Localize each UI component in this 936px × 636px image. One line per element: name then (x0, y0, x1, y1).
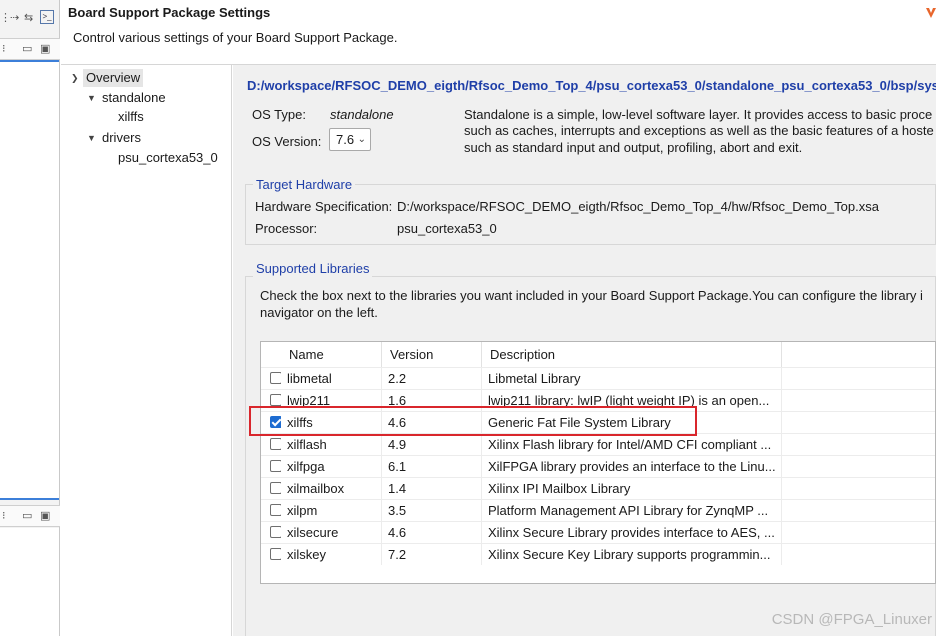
cell-name: xilflash (281, 434, 382, 455)
table-row[interactable]: xilmailbox 1.4 Xilinx IPI Mailbox Library (261, 477, 935, 499)
supported-libraries-title: Supported Libraries (253, 261, 373, 277)
cell-version: 3.5 (382, 500, 482, 521)
cell-name: xilpm (281, 500, 382, 521)
pane-body-top (0, 62, 59, 500)
hw-spec-label: Hardware Specification: (255, 199, 393, 214)
chevron-down-icon: ⌄ (357, 134, 366, 145)
pane-header-bottom: ⁝ ▭ ▣ (0, 505, 60, 527)
expand-caret-icon[interactable]: ▼ (87, 89, 96, 107)
bsp-nav-tree: ❯ Overview ▼ standalone xilffs ▼ drivers… (61, 65, 232, 636)
cell-description: Platform Management API Library for Zynq… (482, 500, 782, 521)
processor-label: Processor: (255, 221, 318, 236)
checkbox-cell (261, 478, 281, 499)
sync-icon[interactable]: ⇆ (24, 11, 33, 25)
cell-version: 4.6 (382, 522, 482, 543)
library-checkbox[interactable] (270, 460, 281, 472)
os-type-label: OS Type: (252, 107, 306, 122)
page-title: Board Support Package Settings (68, 5, 271, 20)
cell-name: libmetal (281, 368, 382, 389)
minimize-icon[interactable]: ▭ (22, 42, 32, 56)
pane-body-bottom (0, 528, 59, 636)
cell-description: Libmetal Library (482, 368, 782, 389)
os-description-line: Standalone is a simple, low-level softwa… (464, 107, 933, 122)
maximize-icon[interactable]: ▣ (40, 509, 50, 523)
cell-description: XilFPGA library provides an interface to… (482, 456, 782, 477)
vitis-logo-icon (926, 8, 936, 18)
checkbox-cell (261, 456, 281, 477)
settings-header: Board Support Package Settings Control v… (61, 0, 936, 65)
hw-spec-value: D:/workspace/RFSOC_DEMO_eigth/Rfsoc_Demo… (397, 199, 879, 214)
ide-toolbar: ⋮ ⇢ ⇆ >_ (0, 8, 60, 30)
tree-item-standalone[interactable]: standalone (102, 89, 166, 107)
checkbox-cell (261, 544, 281, 565)
checkbox-cell (261, 522, 281, 543)
cell-version: 6.1 (382, 456, 482, 477)
libraries-instructions-line: Check the box next to the libraries you … (260, 288, 923, 303)
drag-handle-icon[interactable]: ⁝ (2, 42, 6, 56)
target-hardware-title: Target Hardware (253, 177, 356, 193)
os-version-select[interactable]: 7.6 ⌄ (329, 128, 371, 151)
checkbox-cell (261, 434, 281, 455)
table-row[interactable]: xilpm 3.5 Platform Management API Library … (261, 499, 935, 521)
library-checkbox[interactable] (270, 504, 281, 516)
cell-description: Xilinx IPI Mailbox Library (482, 478, 782, 499)
processor-value: psu_cortexa53_0 (397, 221, 497, 236)
column-header-version[interactable]: Version (382, 342, 482, 367)
pane-header-top: ⁝ ▭ ▣ (0, 38, 60, 60)
column-header-name[interactable]: Name (281, 342, 382, 367)
libraries-table: Name Version Description libmetal 2.2 Libm… (260, 341, 936, 584)
cell-version: 4.9 (382, 434, 482, 455)
column-header-description[interactable]: Description (482, 342, 782, 367)
left-ide-strip: ⋮ ⇢ ⇆ >_ ⁝ ▭ ▣ ⁝ ▭ ▣ (0, 0, 60, 636)
cell-description: Xilinx Flash library for Intel/AMD CFI c… (482, 434, 782, 455)
library-checkbox[interactable] (270, 482, 281, 494)
overview-content: D:/workspace/RFSOC_DEMO_eigth/Rfsoc_Demo… (233, 65, 936, 636)
cell-version: 7.2 (382, 544, 482, 565)
os-description-line: such as standard input and output, profi… (464, 140, 803, 155)
bsp-path: D:/workspace/RFSOC_DEMO_eigth/Rfsoc_Demo… (247, 78, 936, 93)
table-row[interactable]: xilskey 7.2 Xilinx Secure Key Library supp… (261, 543, 935, 565)
table-row[interactable]: xilsecure 4.6 Xilinx Secure Library provid… (261, 521, 935, 543)
library-checkbox[interactable] (270, 548, 281, 560)
cell-name: xilmailbox (281, 478, 382, 499)
table-row[interactable]: xilfpga 6.1 XilFPGA library provides an in… (261, 455, 935, 477)
expand-caret-icon[interactable]: ❯ (71, 69, 79, 87)
highlight-annotation (249, 406, 697, 436)
tree-item-psu-cortexa53-0[interactable]: psu_cortexa53_0 (118, 149, 218, 167)
tree-item-overview[interactable]: Overview (83, 69, 144, 87)
cell-name: xilskey (281, 544, 382, 565)
os-description-line: such as caches, interrupts and exception… (464, 123, 934, 138)
libraries-instructions-line: navigator on the left. (260, 305, 378, 320)
tree-item-drivers[interactable]: drivers (102, 129, 141, 147)
cell-name: xilsecure (281, 522, 382, 543)
maximize-icon[interactable]: ▣ (40, 42, 50, 56)
expand-caret-icon[interactable]: ▼ (87, 129, 96, 147)
os-version-label: OS Version: (252, 134, 322, 149)
checkbox-cell (261, 368, 281, 389)
os-type-value: standalone (330, 107, 394, 122)
drag-handle-icon[interactable]: ⁝ (2, 509, 6, 523)
table-row[interactable]: xilflash 4.9 Xilinx Flash library for Inte… (261, 433, 935, 455)
pane-active-indicator (0, 498, 59, 500)
collapse-icon[interactable]: ⇢ (10, 11, 19, 25)
minimize-icon[interactable]: ▭ (22, 509, 32, 523)
library-checkbox[interactable] (270, 438, 281, 450)
cell-version: 2.2 (382, 368, 482, 389)
cell-description: Xilinx Secure Key Library supports progr… (482, 544, 782, 565)
library-checkbox[interactable] (270, 394, 281, 406)
library-checkbox[interactable] (270, 372, 281, 384)
page-description: Control various settings of your Board S… (73, 30, 398, 45)
terminal-icon[interactable]: >_ (40, 10, 54, 24)
target-hardware-group (245, 184, 936, 245)
watermark: CSDN @FPGA_Linuxer (771, 611, 932, 628)
cell-description: Xilinx Secure Library provides interface… (482, 522, 782, 543)
checkbox-cell (261, 500, 281, 521)
cell-version: 1.4 (382, 478, 482, 499)
os-version-value: 7.6 (336, 132, 355, 147)
tree-item-xilffs[interactable]: xilffs (118, 108, 144, 126)
library-checkbox[interactable] (270, 526, 281, 538)
cell-name: xilfpga (281, 456, 382, 477)
table-row[interactable]: libmetal 2.2 Libmetal Library (261, 367, 935, 389)
